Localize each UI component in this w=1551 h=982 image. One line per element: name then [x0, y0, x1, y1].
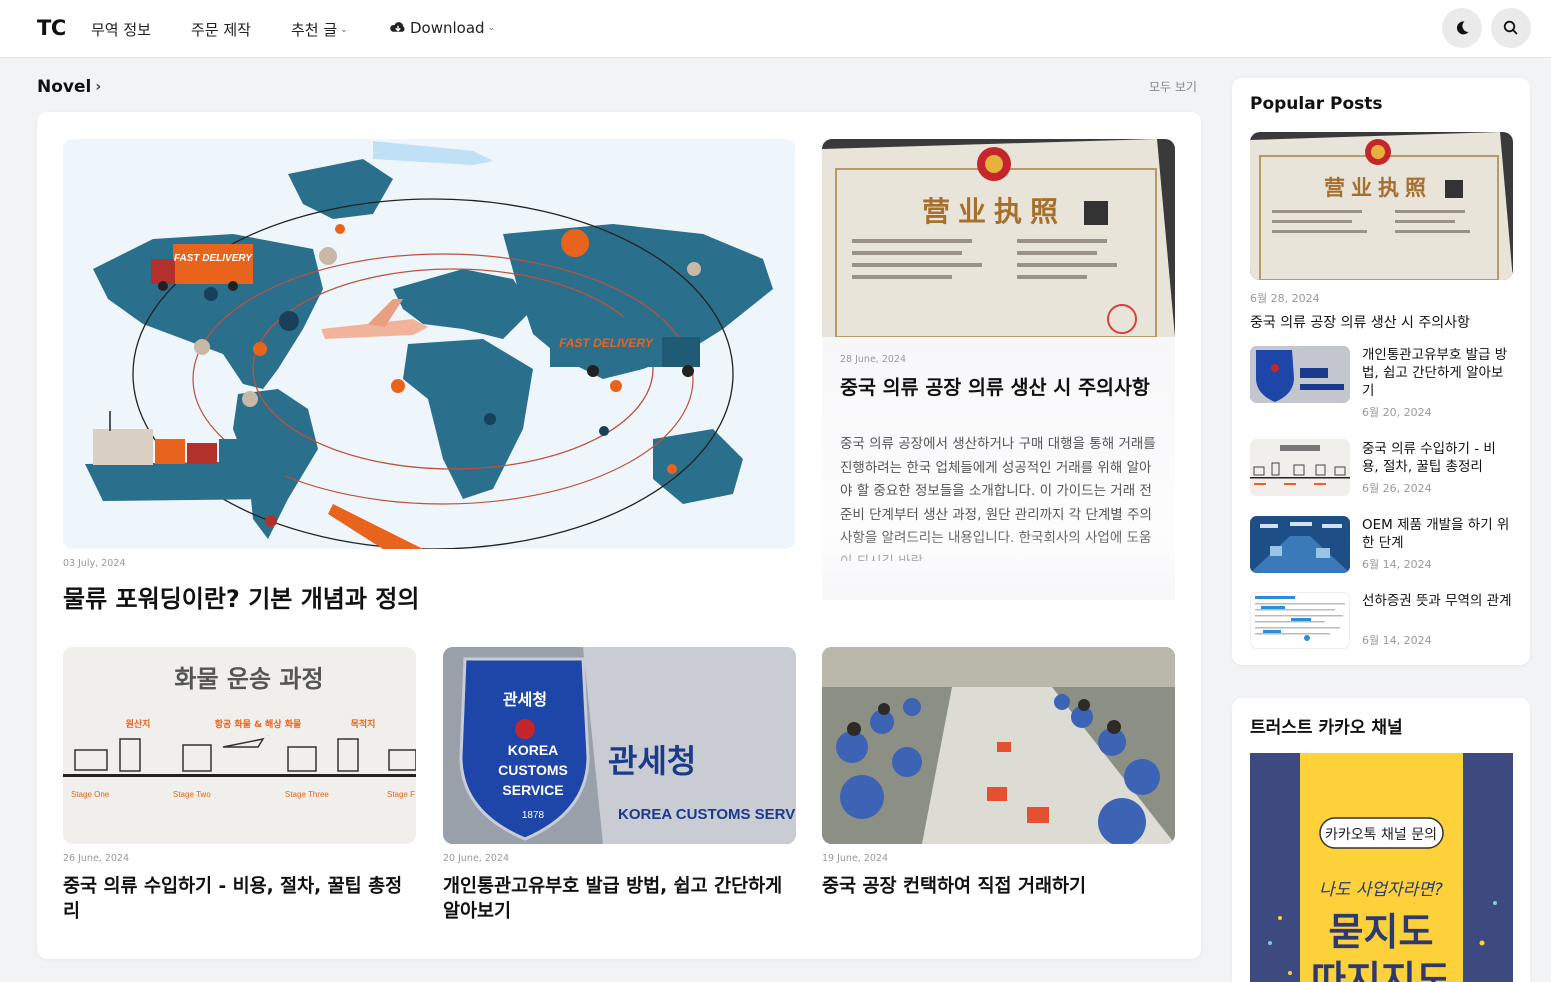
stage-label: Stage One	[71, 790, 110, 799]
popular-item-thumbnail[interactable]	[1250, 346, 1350, 403]
stage-label: Stage F	[387, 790, 415, 799]
cargo-process-thumbnail[interactable]: 화물 운송 과정 원산지 항공 화물 & 해상 화물 목적지 Stage One…	[63, 647, 416, 844]
kakao-headline: 묻지도	[1329, 910, 1434, 954]
process-heading: 화물 운송 과정	[174, 665, 323, 693]
featured-post-title[interactable]: 물류 포워딩이란? 기본 개념과 정의	[63, 579, 793, 614]
nav-custom-order[interactable]: 주문 제작	[191, 19, 251, 40]
post-title[interactable]: 중국 의류 공장 의류 생산 시 주의사항	[840, 375, 1158, 401]
section-title-label: Novel	[37, 77, 92, 97]
popular-item-title[interactable]: 중국 의류 수입하기 - 비용, 절차, 꿀팁 총정리	[1362, 440, 1512, 476]
bill-of-lading-document	[1251, 593, 1349, 648]
post-date: 20 June, 2024	[443, 853, 510, 864]
popular-item-thumbnail[interactable]	[1250, 592, 1350, 649]
popular-item-title[interactable]: OEM 제품 개발을 하기 위한 단계	[1362, 516, 1512, 552]
customs-sign-image: 관세청 KOREA CUSTOMS SERVICE 1878 관세청 KOREA…	[443, 647, 796, 844]
featured-thumbnail[interactable]: FAST DELIVERY FAST DELIVERY	[63, 139, 795, 549]
top-header: TC 무역 정보 주문 제작 추천 글 ⌄ Download ⌄	[0, 0, 1551, 58]
nav-label: Download	[410, 19, 485, 37]
factory-workers-image	[822, 647, 1175, 844]
nav-label: 무역 정보	[91, 21, 151, 39]
customs-sign-image	[1250, 346, 1350, 403]
certificate-thumbnail[interactable]: 营业执照	[822, 139, 1175, 337]
truck-label: FAST DELIVERY	[559, 336, 654, 350]
process-label: 항공 화물 & 해상 화물	[215, 718, 302, 730]
search-button[interactable]	[1491, 8, 1531, 48]
post-title[interactable]: 개인통관고유부호 발급 방법, 쉽고 간단하게 알아보기	[443, 874, 793, 924]
kakao-banner-graphic: 카카오톡 채널 문의 나도 사업자라면? 묻지도 따지지도	[1250, 753, 1513, 982]
process-label: 원산지	[126, 718, 151, 730]
nav-recommended[interactable]: 추천 글 ⌄	[291, 19, 348, 40]
truck-label: FAST DELIVERY	[174, 253, 253, 264]
customs-thumbnail[interactable]: 관세청 KOREA CUSTOMS SERVICE 1878 관세청 KOREA…	[443, 647, 796, 844]
search-icon	[1503, 20, 1518, 35]
kakao-channel-heading: 트러스트 카카오 채널	[1250, 718, 1403, 738]
excerpt-fade	[822, 530, 1175, 600]
world-map-illustration: FAST DELIVERY FAST DELIVERY	[63, 139, 795, 549]
license-heading: 营业执照	[922, 195, 1066, 228]
badge-text: SERVICE	[502, 782, 563, 798]
kakao-button-text: 카카오톡 채널 문의	[1325, 827, 1437, 843]
wall-text: 관세청	[608, 742, 696, 780]
post-title[interactable]: 중국 의류 수입하기 - 비용, 절차, 꿀팁 총정리	[63, 874, 413, 924]
post-date: 28 June, 2024	[840, 354, 907, 365]
popular-item-title[interactable]: 선하증권 뜻과 무역의 관계	[1362, 592, 1512, 610]
popular-item-date: 6월 20, 2024	[1362, 406, 1432, 419]
nav-download[interactable]: Download ⌄	[389, 19, 495, 37]
chevron-down-icon: ⌄	[340, 24, 348, 35]
badge-text: 1878	[522, 810, 545, 821]
popular-main-thumbnail[interactable]: 营业执照	[1250, 132, 1513, 280]
post-date: 26 June, 2024	[63, 853, 130, 864]
badge-text: KOREA	[508, 742, 559, 758]
badge-text: 관세청	[503, 690, 547, 709]
popular-item-date: 6월 14, 2024	[1362, 558, 1432, 571]
site-logo[interactable]: TC	[37, 16, 66, 40]
factory-line-image	[1250, 516, 1350, 573]
factory-thumbnail[interactable]	[822, 647, 1175, 844]
nav-label: 추천 글	[291, 21, 338, 39]
popular-item-thumbnail[interactable]	[1250, 516, 1350, 573]
chevron-right-icon: ›	[95, 79, 102, 95]
cargo-process-illustration: 화물 운송 과정 원산지 항공 화물 & 해상 화물 목적지 Stage One…	[63, 647, 416, 844]
cargo-process-illustration	[1250, 439, 1350, 496]
post-date: 19 June, 2024	[822, 853, 889, 864]
kakao-channel-banner[interactable]: 카카오톡 채널 문의 나도 사업자라면? 묻지도 따지지도	[1250, 753, 1513, 982]
stage-label: Stage Two	[173, 790, 211, 799]
moon-icon	[1456, 21, 1469, 35]
popular-item-title[interactable]: 개인통관고유부호 발급 방법, 쉽고 간단하게 알아보기	[1362, 346, 1512, 400]
popular-posts-heading: Popular Posts	[1250, 94, 1383, 114]
badge-text: CUSTOMS	[498, 762, 568, 778]
stage-label: Stage Three	[285, 790, 329, 799]
process-label: 목적지	[351, 718, 376, 730]
kakao-headline: 따지지도	[1311, 958, 1451, 982]
chevron-down-icon: ⌄	[487, 23, 496, 33]
view-all-link[interactable]: 모두 보기	[1149, 78, 1197, 95]
popular-item-date: 6월 14, 2024	[1362, 634, 1432, 647]
business-license-image: 营业执照	[1250, 132, 1513, 280]
business-license-image: 营业执照	[822, 139, 1175, 337]
post-title[interactable]: 중국 공장 컨택하여 직접 거래하기	[822, 874, 1172, 899]
nav-trade-info[interactable]: 무역 정보	[91, 19, 151, 40]
cloud-download-icon	[390, 22, 405, 32]
dark-mode-toggle[interactable]	[1442, 8, 1482, 48]
popular-item-thumbnail[interactable]	[1250, 439, 1350, 496]
nav-label: 주문 제작	[191, 21, 251, 39]
wall-text: KOREA CUSTOMS SERVICE	[618, 806, 796, 823]
popular-item-date: 6월 26, 2024	[1362, 482, 1432, 495]
kakao-subtitle: 나도 사업자라면?	[1319, 880, 1443, 900]
section-title[interactable]: Novel ›	[37, 77, 101, 97]
popular-post-date: 6월 28, 2024	[1250, 292, 1320, 305]
license-heading: 营业执照	[1324, 176, 1432, 200]
post-date: 03 July, 2024	[63, 558, 126, 569]
popular-post-title[interactable]: 중국 의류 공장 의류 생산 시 주의사항	[1250, 312, 1470, 332]
